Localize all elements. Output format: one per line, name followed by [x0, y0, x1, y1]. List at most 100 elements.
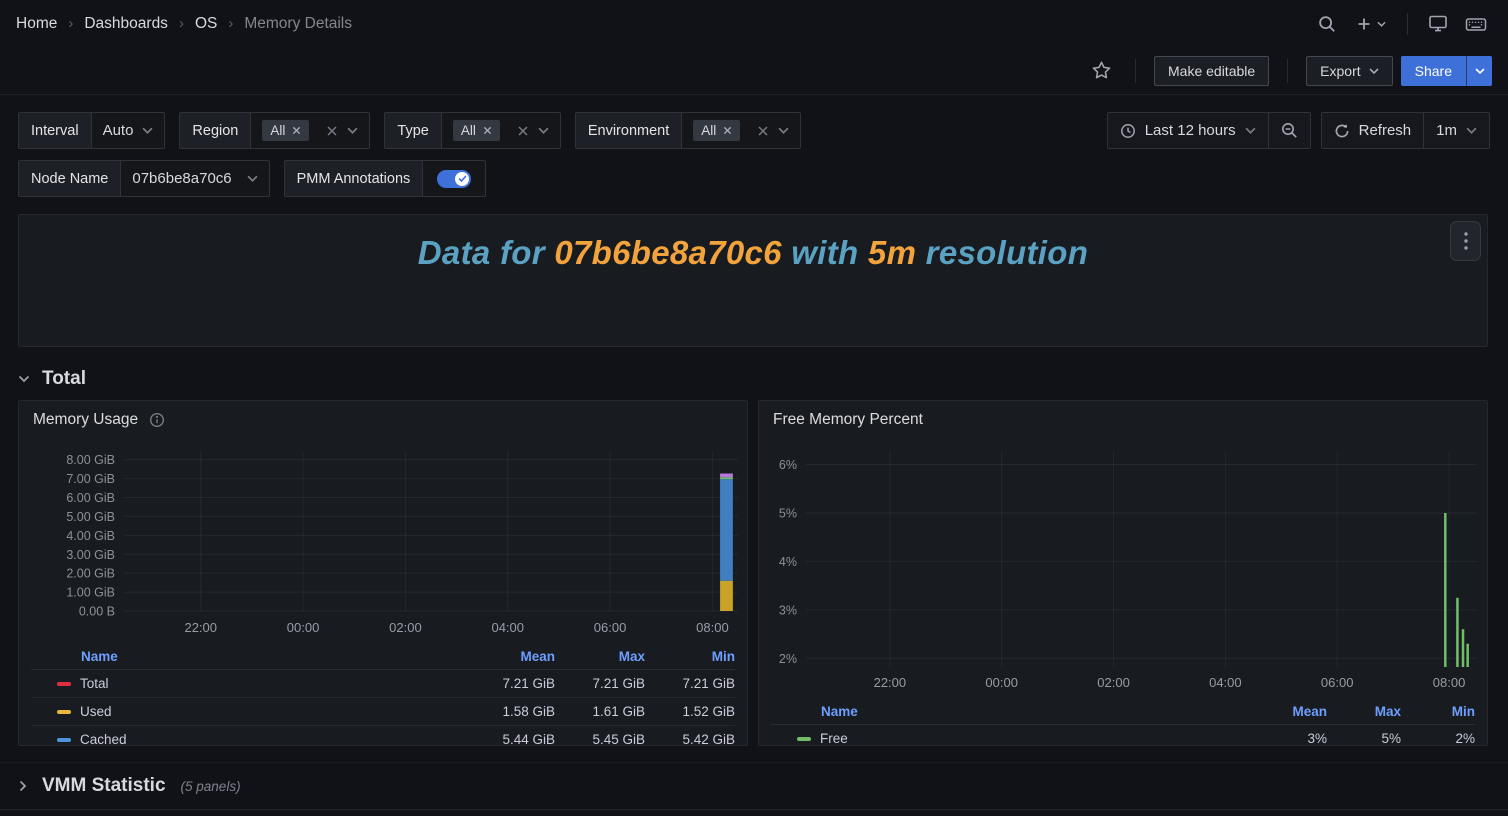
legend-sort-min[interactable]: Min	[1401, 704, 1475, 719]
series-name[interactable]: Total	[80, 676, 109, 691]
type-tag-all[interactable]: All	[453, 120, 500, 141]
filter-row-2: Node Name 07b6be8a70c6 PMM Annotations	[18, 160, 1490, 197]
y-tick-label: 2%	[779, 652, 797, 666]
text-panel: Data for 07b6be8a70c6 with 5m resolution	[18, 214, 1488, 347]
make-editable-button[interactable]: Make editable	[1154, 56, 1269, 86]
banner-segment: with	[782, 234, 868, 271]
breadcrumb-dashboards[interactable]: Dashboards	[84, 15, 168, 33]
environment-tag-all[interactable]: All	[693, 120, 740, 141]
share-button[interactable]: Share	[1401, 56, 1466, 86]
environment-select[interactable]: All	[682, 113, 800, 148]
legend-sort-min[interactable]: Min	[645, 649, 735, 664]
remove-tag-icon[interactable]	[723, 126, 732, 135]
resolution-banner: Data for 07b6be8a70c6 with 5m resolution	[418, 234, 1088, 346]
chevron-down-icon	[347, 127, 358, 134]
clear-selection-icon[interactable]	[326, 125, 338, 137]
breadcrumb-home[interactable]: Home	[16, 15, 57, 33]
y-tick-label: 4%	[779, 555, 797, 569]
add-icon[interactable]	[1349, 8, 1393, 40]
y-tick-label: 5%	[779, 506, 797, 520]
remove-tag-icon[interactable]	[292, 126, 301, 135]
x-tick-label: 02:00	[1097, 675, 1130, 690]
breadcrumb-separator-icon: ›	[179, 15, 184, 32]
region-select[interactable]: All	[251, 113, 369, 148]
legend-sort-max[interactable]: Max	[1327, 704, 1401, 719]
x-tick-label: 02:00	[389, 620, 422, 635]
section-title-total: Total	[42, 368, 86, 390]
node-name-select[interactable]: 07b6be8a70c6	[121, 161, 268, 196]
submenu-controls: Interval Auto Region All Type All	[0, 95, 1508, 197]
search-icon[interactable]	[1311, 8, 1343, 40]
series-name[interactable]: Used	[80, 704, 112, 719]
toggle-knob	[455, 172, 469, 186]
remove-tag-icon[interactable]	[483, 126, 492, 135]
row-total-header[interactable]: Total	[0, 360, 1508, 398]
banner-segment: resolution	[916, 234, 1088, 271]
keyboard-icon[interactable]	[1460, 8, 1492, 40]
x-tick-label: 00:00	[287, 620, 320, 635]
panel-title-free-memory-percent[interactable]: Free Memory Percent	[773, 411, 923, 429]
section-panel-count: (5 panels)	[181, 779, 241, 794]
zoom-out-time-button[interactable]	[1268, 113, 1310, 148]
series-color-swatch	[57, 682, 71, 686]
legend-sort-max[interactable]: Max	[555, 649, 645, 664]
series-mean-value: 3%	[1253, 731, 1327, 746]
banner-segment: 5m	[868, 234, 916, 271]
time-range-picker: Last 12 hours	[1107, 112, 1311, 149]
banner-segment: 07b6be8a70c6	[554, 234, 781, 271]
chevron-right-icon	[19, 780, 27, 792]
export-button-label: Export	[1320, 63, 1360, 79]
series-color-swatch	[57, 738, 71, 742]
y-tick-label: 8.00 GiB	[66, 453, 115, 467]
region-variable: Region All	[179, 112, 370, 149]
refresh-interval-value: 1m	[1436, 122, 1457, 139]
series-mean-value: 5.44 GiB	[465, 732, 555, 746]
x-tick-label: 00:00	[985, 675, 1018, 690]
clear-selection-icon[interactable]	[517, 125, 529, 137]
time-range-label: Last 12 hours	[1145, 122, 1236, 139]
banner-segment: Data for	[418, 234, 555, 271]
y-tick-label: 7.00 GiB	[66, 472, 115, 486]
stacked-series-free	[720, 477, 733, 479]
panel-header: Free Memory Percent	[759, 401, 1487, 439]
legend-sort-name[interactable]: Name	[771, 704, 1253, 719]
breadcrumb-separator-icon: ›	[68, 15, 73, 32]
refresh-button[interactable]: Refresh	[1322, 113, 1424, 148]
legend-sort-mean[interactable]: Mean	[465, 649, 555, 664]
chevron-down-icon	[18, 375, 30, 383]
panel-menu-button[interactable]	[1450, 221, 1481, 261]
share-menu-caret[interactable]	[1466, 56, 1492, 86]
free-memory-chart[interactable]: 6%5%4%3%2%22:0000:0002:0004:0006:0008:00	[771, 439, 1477, 691]
chevron-down-icon	[778, 127, 789, 134]
panel-title-memory-usage[interactable]: Memory Usage	[33, 411, 138, 429]
legend-sort-mean[interactable]: Mean	[1253, 704, 1327, 719]
breadcrumb-os[interactable]: OS	[195, 15, 217, 33]
export-button[interactable]: Export	[1306, 56, 1392, 86]
region-tag-all[interactable]: All	[262, 120, 309, 141]
star-icon[interactable]	[1085, 55, 1117, 87]
time-range-button[interactable]: Last 12 hours	[1108, 113, 1268, 148]
refresh-interval-select[interactable]: 1m	[1423, 113, 1489, 148]
pmm-annotations-toggle[interactable]	[437, 170, 471, 188]
x-tick-label: 06:00	[1321, 675, 1354, 690]
row-vmm-statistic-header[interactable]: VMM Statistic (5 panels)	[0, 762, 1508, 810]
series-name[interactable]: Cached	[80, 732, 127, 746]
type-select[interactable]: All	[442, 113, 560, 148]
y-tick-label: 1.00 GiB	[66, 586, 115, 600]
memory-usage-chart[interactable]: 8.00 GiB7.00 GiB6.00 GiB5.00 GiB4.00 GiB…	[31, 439, 738, 644]
series-max-value: 1.61 GiB	[555, 704, 645, 719]
legend-sort-name[interactable]: Name	[31, 649, 465, 664]
type-label: Type	[385, 113, 441, 148]
environment-tag-label: All	[701, 123, 716, 138]
x-tick-label: 04:00	[491, 620, 524, 635]
series-mean-value: 7.21 GiB	[465, 676, 555, 691]
info-icon[interactable]	[149, 412, 165, 428]
toolbar-divider	[1135, 59, 1136, 83]
zoom-out-icon	[1281, 122, 1298, 139]
clear-selection-icon[interactable]	[757, 125, 769, 137]
panel-memory-usage: Memory Usage 8.00 GiB7.00 GiB6.00 GiB5.0…	[18, 400, 748, 746]
interval-select[interactable]: Auto	[92, 113, 165, 148]
pmm-annotations-control: PMM Annotations	[284, 160, 487, 197]
series-name[interactable]: Free	[820, 731, 848, 746]
monitor-icon[interactable]	[1422, 8, 1454, 40]
